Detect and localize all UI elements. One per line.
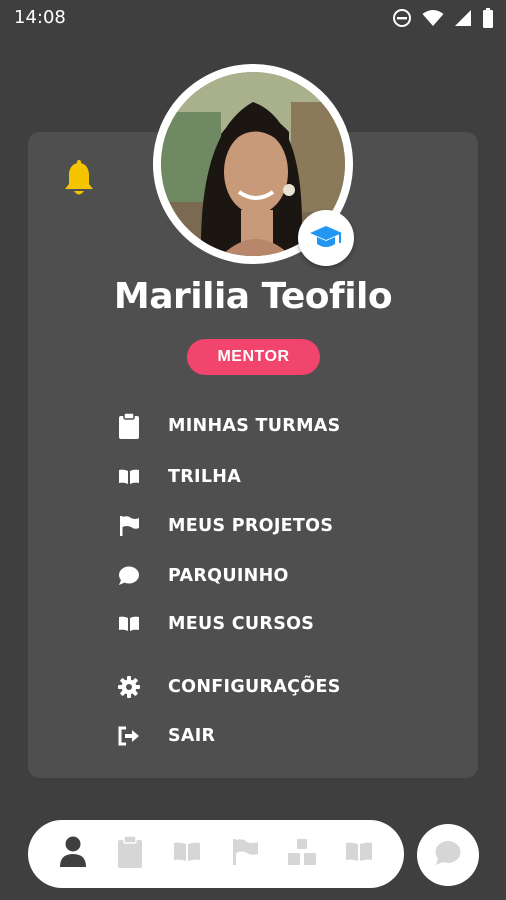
chat-button[interactable]	[417, 824, 479, 886]
nav-profile[interactable]	[51, 832, 95, 876]
profile-name: Marilia Teofilo	[113, 276, 393, 317]
chat-bubble-icon	[115, 562, 143, 590]
battery-icon	[482, 8, 494, 33]
menu-item-label: TRILHA	[168, 467, 242, 487]
nav-trilha[interactable]	[165, 832, 209, 876]
status-time: 14:08	[14, 7, 66, 28]
nav-parquinho[interactable]	[280, 832, 324, 876]
menu-item-label: MEUS CURSOS	[168, 614, 315, 634]
menu-item-meus-cursos[interactable]: MEUS CURSOS	[115, 609, 445, 639]
menu-item-meus-projetos[interactable]: MEUS PROJETOS	[115, 511, 445, 541]
nav-cursos[interactable]	[337, 832, 381, 876]
user-icon	[59, 836, 87, 873]
sign-out-icon	[115, 722, 143, 750]
clipboard-icon	[115, 412, 143, 440]
gear-icon	[115, 673, 143, 701]
blocks-icon	[287, 838, 317, 871]
nav-projetos[interactable]	[223, 832, 267, 876]
signal-icon	[454, 9, 472, 32]
status-icons	[392, 8, 494, 33]
menu-item-trilha[interactable]: TRILHA	[115, 462, 445, 492]
chat-bubble-icon	[434, 840, 462, 871]
menu-item-parquinho[interactable]: PARQUINHO	[115, 561, 445, 591]
bottom-nav	[28, 820, 404, 888]
nav-turmas[interactable]	[108, 832, 152, 876]
book-open-icon	[345, 842, 373, 867]
wifi-icon	[422, 9, 444, 32]
menu-item-sair[interactable]: SAIR	[115, 721, 445, 751]
role-badge: MENTOR	[187, 339, 320, 375]
book-open-icon	[173, 842, 201, 867]
bell-icon[interactable]	[62, 160, 96, 198]
menu-item-minhas-turmas[interactable]: MINHAS TURMAS	[115, 411, 445, 441]
book-open-icon	[115, 463, 143, 491]
flag-icon	[231, 838, 259, 871]
clipboard-icon	[117, 834, 143, 873]
menu-item-label: CONFIGURAÇÕES	[168, 677, 341, 697]
book-open-icon	[115, 610, 143, 638]
menu-item-label: PARQUINHO	[168, 566, 289, 586]
menu-item-label: MEUS PROJETOS	[168, 516, 334, 536]
menu-item-label: SAIR	[168, 726, 216, 746]
flag-icon	[115, 512, 143, 540]
do-not-disturb-icon	[392, 8, 412, 33]
menu-item-configuracoes[interactable]: CONFIGURAÇÕES	[115, 672, 445, 702]
status-bar: 14:08	[0, 0, 506, 36]
graduation-cap-icon	[298, 210, 354, 266]
menu-item-label: MINHAS TURMAS	[168, 416, 341, 436]
